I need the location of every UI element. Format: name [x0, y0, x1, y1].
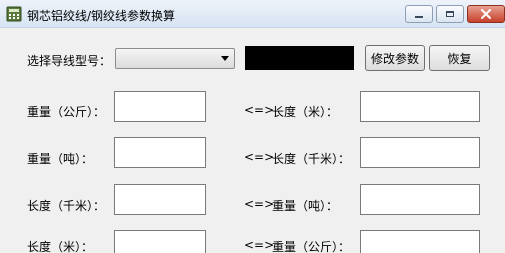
modify-parameters-button[interactable]: 修改参数	[365, 45, 425, 71]
restore-button[interactable]: 恢复	[429, 45, 490, 71]
row-3-right-label: 重量（吨）：	[272, 199, 339, 213]
maximize-icon	[446, 11, 454, 17]
row-2-left-label: 重量（吨）：	[27, 152, 94, 166]
conductor-type-label: 选择导线型号：	[27, 54, 112, 68]
close-button[interactable]	[467, 5, 505, 23]
row-3-left-input[interactable]	[114, 184, 206, 215]
minimize-icon	[415, 16, 423, 18]
row-4-arrow: <=>	[244, 238, 275, 252]
app-window: 钢芯铝绞线/钢绞线参数换算 选择导线型号： 修改参数 恢复 重量（公斤）： <=…	[0, 0, 505, 253]
row-1-left-label: 重量（公斤）：	[27, 105, 106, 119]
title-bar[interactable]: 钢芯铝绞线/钢绞线参数换算	[0, 0, 505, 28]
row-1-right-label: 长度（米）：	[272, 105, 339, 119]
minimize-button[interactable]	[405, 5, 433, 23]
row-2-right-input[interactable]	[360, 137, 480, 168]
row-4-left-input[interactable]	[114, 230, 206, 253]
row-2-left-input[interactable]	[114, 137, 206, 168]
row-1-right-input[interactable]	[360, 91, 480, 122]
row-3-arrow: <=>	[244, 197, 275, 211]
close-icon	[481, 9, 491, 19]
window-title: 钢芯铝绞线/钢绞线参数换算	[27, 9, 176, 23]
parameter-display	[245, 46, 354, 70]
calculator-icon	[6, 6, 22, 22]
chevron-down-icon	[221, 56, 229, 61]
row-3-right-input[interactable]	[360, 184, 480, 215]
row-2-arrow: <=>	[244, 150, 275, 164]
row-4-right-input[interactable]	[360, 230, 480, 253]
row-1-left-input[interactable]	[114, 91, 206, 122]
maximize-button[interactable]	[436, 5, 464, 23]
row-2-right-label: 长度（千米）：	[272, 152, 351, 166]
row-4-left-label: 长度（米）：	[27, 240, 94, 253]
row-4-right-label: 重量（公斤）：	[272, 240, 351, 253]
row-3-left-label: 长度（千米）：	[27, 199, 106, 213]
conductor-type-select[interactable]	[115, 48, 235, 69]
row-1-arrow: <=>	[244, 103, 275, 117]
